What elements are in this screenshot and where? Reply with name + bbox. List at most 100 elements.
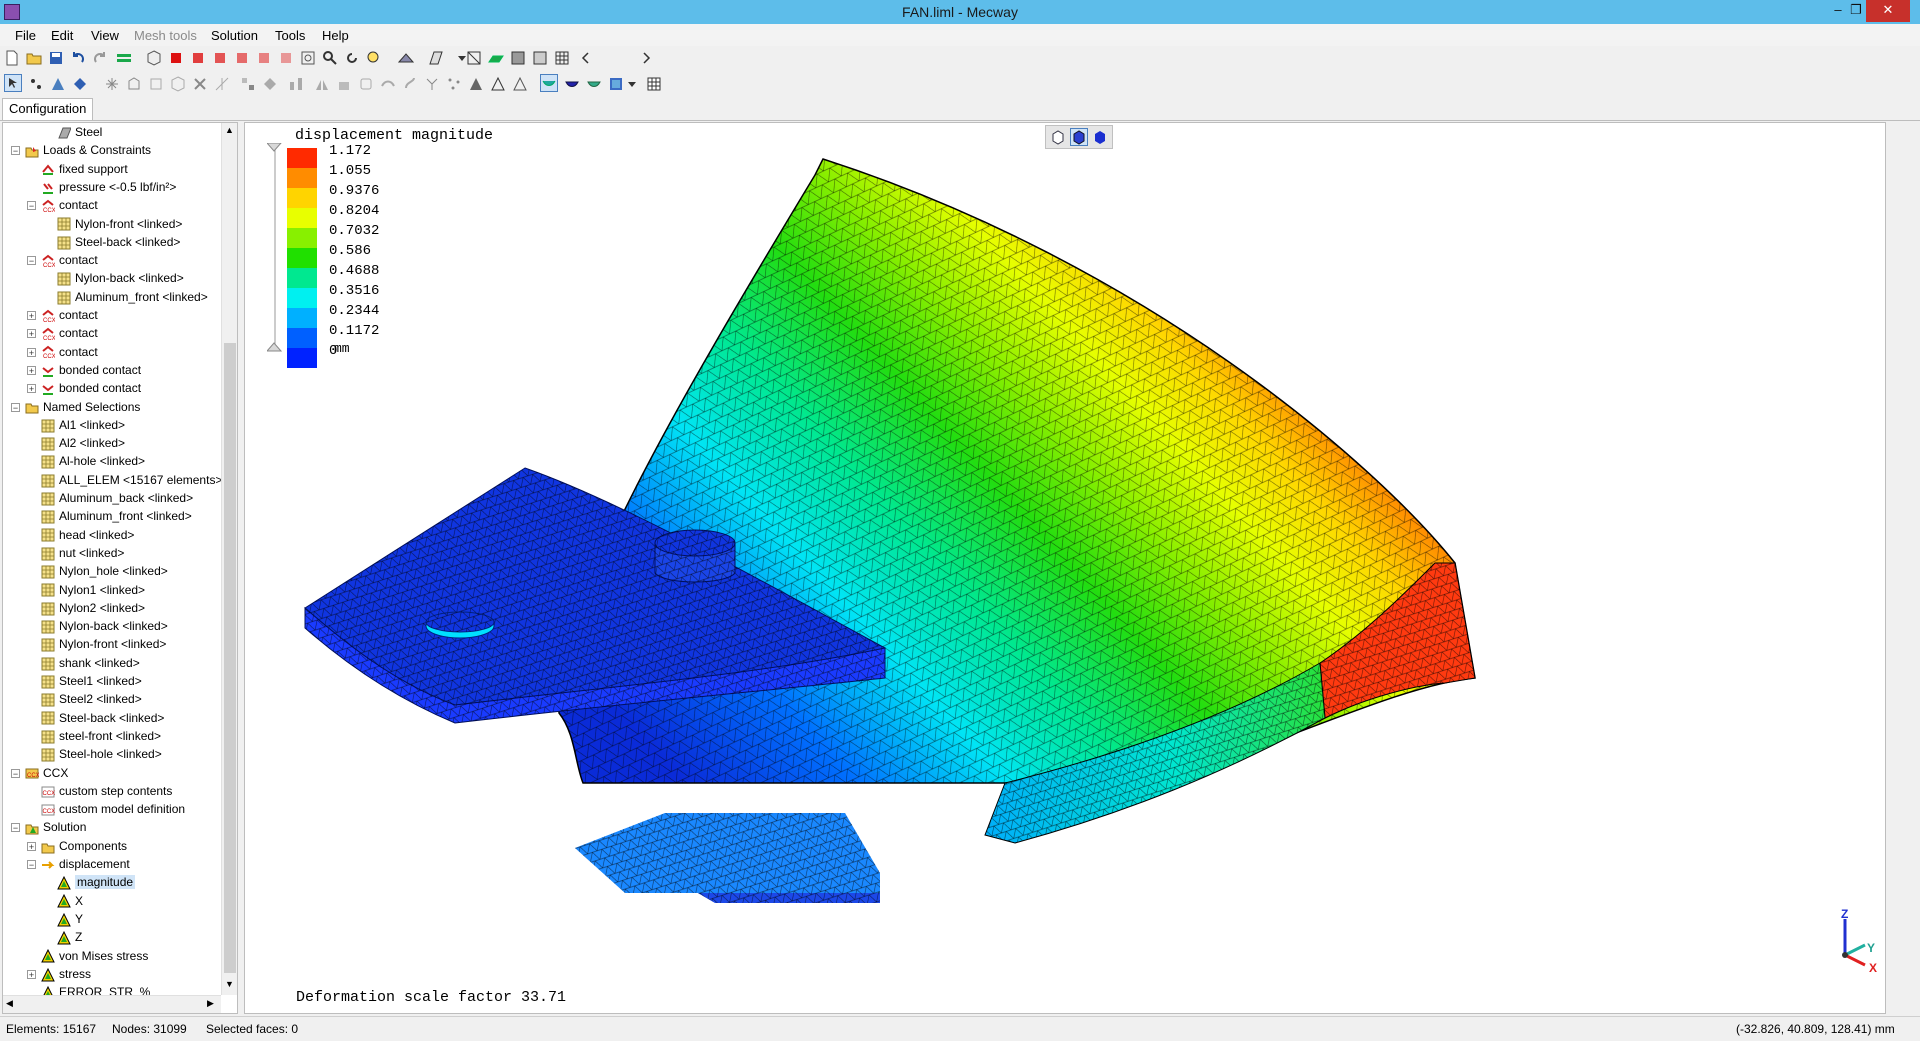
refine-icon[interactable] — [402, 76, 418, 92]
tree-expander-icon[interactable]: + — [27, 841, 36, 851]
tree-item[interactable]: Aluminum_back <linked> — [41, 489, 193, 507]
tree-vertical-scrollbar[interactable]: ▲ ▼ — [221, 123, 237, 995]
view-bottom-icon[interactable] — [278, 50, 294, 66]
nodes-tool-icon[interactable] — [104, 76, 120, 92]
tree-item[interactable]: Y — [57, 910, 83, 928]
tree-item[interactable]: Steel-back <linked> — [41, 709, 164, 727]
tree-item[interactable]: Loads & Constraints — [25, 141, 151, 159]
zoom-window-icon[interactable] — [366, 50, 382, 66]
menu-help[interactable]: Help — [322, 28, 349, 43]
menu-view[interactable]: View — [91, 28, 119, 43]
scroll-up-icon[interactable]: ▲ — [225, 125, 234, 135]
tree-item[interactable]: Nylon-back <linked> — [41, 617, 168, 635]
tree-item[interactable]: nut <linked> — [41, 544, 124, 562]
tree-expander-icon[interactable]: − — [27, 860, 36, 870]
tree-item[interactable]: CCX contact — [41, 196, 98, 214]
tree-item[interactable]: Al-hole <linked> — [41, 452, 145, 470]
tree-item[interactable]: Nylon-front <linked> — [41, 635, 166, 653]
solve-icon[interactable] — [116, 50, 132, 66]
redo-icon[interactable] — [92, 50, 108, 66]
split-icon[interactable] — [214, 76, 230, 92]
view-right-icon[interactable] — [234, 50, 250, 66]
view-iso-icon[interactable] — [146, 50, 162, 66]
tree-expander-icon[interactable]: + — [27, 347, 36, 357]
scroll-down-icon[interactable]: ▼ — [225, 979, 234, 989]
mirror-icon[interactable] — [314, 76, 330, 92]
copy-icon[interactable] — [262, 76, 278, 92]
mesh-icon[interactable] — [554, 50, 570, 66]
tree-item[interactable]: head <linked> — [41, 526, 134, 544]
animate-dropdown-icon[interactable] — [624, 76, 640, 92]
tree-expander-icon[interactable]: + — [27, 384, 36, 394]
tree-item[interactable]: Aluminum_front <linked> — [57, 288, 208, 306]
tree-item[interactable]: CCX CCX — [25, 764, 68, 782]
extrude-icon[interactable] — [126, 76, 142, 92]
surface-icon[interactable] — [488, 50, 504, 66]
select-elements-icon[interactable] — [50, 76, 66, 92]
table-icon[interactable] — [646, 76, 662, 92]
tree-item[interactable]: Z — [57, 928, 82, 946]
tree-item[interactable]: steel-front <linked> — [41, 727, 161, 745]
tree-item[interactable]: Nylon_hole <linked> — [41, 562, 168, 580]
triangle-icon[interactable] — [490, 76, 506, 92]
blank-tool-icon[interactable] — [148, 76, 164, 92]
tree-expander-icon[interactable]: + — [27, 311, 36, 321]
triangle-outline-icon[interactable] — [512, 76, 528, 92]
undo-icon[interactable] — [70, 50, 86, 66]
contour-plot-icon[interactable] — [540, 74, 558, 92]
convert-icon[interactable] — [468, 76, 484, 92]
view-back-icon[interactable] — [190, 50, 206, 66]
tree-item[interactable]: shank <linked> — [41, 654, 140, 672]
tree-expander-icon[interactable]: − — [27, 201, 36, 211]
restore-button[interactable]: ❐ — [1844, 0, 1868, 22]
menu-tools[interactable]: Tools — [275, 28, 305, 43]
select-faces-icon[interactable] — [72, 76, 88, 92]
tree-expander-icon[interactable]: − — [11, 823, 20, 833]
tree-item[interactable]: Solution — [25, 818, 86, 836]
menu-file[interactable]: File — [15, 28, 36, 43]
save-icon[interactable] — [48, 50, 64, 66]
scroll-left-icon[interactable] — [578, 50, 594, 66]
tree-item[interactable]: bonded contact — [41, 361, 141, 379]
tree-item[interactable]: CCX contact — [41, 251, 98, 269]
delete-tool-icon[interactable] — [192, 76, 208, 92]
sweep-icon[interactable] — [358, 76, 374, 92]
tree-scroll-thumb[interactable] — [224, 343, 236, 973]
shaded-icon[interactable] — [510, 50, 526, 66]
tree-item[interactable]: displacement — [41, 855, 130, 873]
tree-item[interactable]: Nylon2 <linked> — [41, 599, 145, 617]
animate-icon[interactable] — [608, 76, 624, 92]
tree-horizontal-scrollbar[interactable]: ◀ ▶ — [3, 995, 221, 1013]
tree-item[interactable]: von Mises stress — [41, 947, 148, 965]
zoom-fit-icon[interactable] — [300, 50, 316, 66]
wireframe-icon[interactable] — [466, 50, 482, 66]
tree-item[interactable]: magnitude — [57, 873, 136, 891]
tab-configuration[interactable]: Configuration — [2, 98, 94, 120]
view-top-icon[interactable] — [256, 50, 272, 66]
move-icon[interactable] — [240, 76, 256, 92]
tree-item[interactable]: CCX custom step contents — [41, 782, 172, 800]
new-file-icon[interactable] — [4, 50, 20, 66]
menu-edit[interactable]: Edit — [51, 28, 73, 43]
scale-icon[interactable] — [288, 76, 304, 92]
tree-item[interactable]: fixed support — [41, 160, 128, 178]
rotate-tool-icon[interactable] — [336, 76, 352, 92]
tree-item[interactable]: Components — [41, 837, 127, 855]
tree-item[interactable]: CCX contact — [41, 324, 98, 342]
tree-item[interactable]: Steel1 <linked> — [41, 672, 142, 690]
tree-item[interactable]: Named Selections — [25, 398, 140, 416]
cutting-plane-icon[interactable] — [428, 50, 444, 66]
revolve-icon[interactable] — [380, 76, 396, 92]
deformed-shape-icon[interactable] — [564, 76, 580, 92]
tree-item[interactable]: X — [57, 892, 83, 910]
model-viewport[interactable]: displacement magnitude 1.172 1.055 0.9376 0… — [244, 122, 1886, 1014]
edges-icon[interactable] — [532, 50, 548, 66]
select-nodes-icon[interactable] — [28, 76, 44, 92]
nodes-scatter-icon[interactable] — [446, 76, 462, 92]
open-folder-icon[interactable] — [26, 50, 42, 66]
tree-expander-icon[interactable]: + — [27, 365, 36, 375]
tree-item[interactable]: stress — [41, 965, 91, 983]
tree-item[interactable]: pressure <-0.5 lbf/in²> — [41, 178, 176, 196]
scroll-left-arrow-icon[interactable]: ◀ — [6, 998, 13, 1009]
tree-item[interactable]: Nylon-front <linked> — [57, 215, 182, 233]
